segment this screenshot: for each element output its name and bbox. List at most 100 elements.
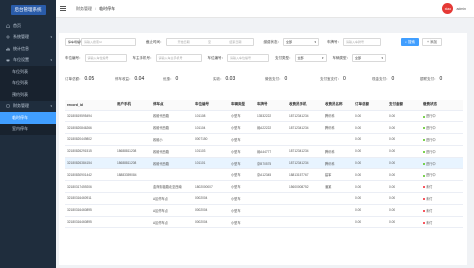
table-row[interactable]: 32180826384154 18688811208 政维代西路 101101 小型车京…	[65, 157, 463, 170]
sidebar-item[interactable]: 系统管理 ▾	[0, 32, 56, 44]
summary-item: 支付宝支付： 0	[320, 76, 372, 82]
id-type-select[interactable]: 停车场编号	[65, 38, 83, 46]
plate-input[interactable]: 请输入车牌号	[343, 38, 381, 46]
column-header[interactable]: 支付金额	[387, 100, 421, 111]
column-header[interactable]: 车辆类型	[229, 100, 255, 111]
username[interactable]: admin	[456, 7, 466, 11]
table-cell: 赣A44777	[255, 145, 287, 158]
sidebar-item-label: 首页	[13, 22, 21, 28]
column-header[interactable]: 车牌号	[255, 100, 287, 111]
table-cell: 0.00	[387, 192, 421, 205]
sidebar-menu: 首页 系统管理 ▾ 统计信息 车位设置 ▾ 车位列表 车位列表 预约列表 财务管理 ▾ 临时停车 室内停…	[0, 20, 56, 135]
status-select[interactable]: 全部 ▾	[283, 38, 319, 46]
table-cell	[323, 133, 353, 146]
table-cell: 小型车	[229, 121, 255, 135]
breadcrumb: 财务管理 / 临时停车	[76, 6, 115, 12]
space-no-label: 车位编号：	[65, 55, 83, 60]
sidebar-subitem[interactable]: 车位列表	[0, 77, 56, 89]
avatar[interactable]: xiao	[442, 3, 454, 14]
table-row[interactable]: 32180316460911 A区停车点 0002004 小型车 0.00 0.00 未付	[65, 192, 463, 205]
table-cell	[287, 192, 323, 205]
sidebar-subitem[interactable]: 车位列表	[0, 66, 56, 78]
column-header[interactable]: 用户手机	[115, 100, 151, 111]
table-row[interactable]: 32180316460895 A区停车点 0002004 小型车 0.00 0.00 未付	[65, 216, 463, 229]
table-cell: 32180316460911	[65, 192, 115, 205]
status-text: 未付	[426, 220, 433, 225]
table-row[interactable]: 32180316460895 A区停车点 0002004 小型车 0.00 0.00 未付	[65, 204, 463, 217]
add-button[interactable]: + 添加	[421, 38, 443, 46]
table-cell: 0.00	[353, 180, 387, 194]
table-cell: 0.00	[387, 216, 421, 229]
date-range-picker[interactable]: 开始日期 至 结束日期	[165, 38, 254, 46]
status-text: 进行中	[426, 149, 436, 154]
pay-type-select[interactable]: 全部 ▾	[294, 54, 327, 62]
table-cell: 京A12345	[255, 168, 287, 182]
breadcrumb-item[interactable]: 财务管理	[76, 6, 92, 12]
status-text: 进行中	[426, 173, 436, 178]
table-cell: 32180316460895	[65, 216, 115, 229]
table-cell: 腾讯科	[323, 157, 353, 170]
table-cell: 小型车	[229, 157, 255, 170]
sidebar-item[interactable]: 首页	[0, 20, 56, 32]
summary-value: 0	[284, 76, 288, 82]
table-cell: 小型车	[229, 168, 255, 182]
table-cell: 32180826384154	[65, 157, 115, 170]
plus-icon: +	[426, 40, 430, 44]
user-menu[interactable]: xiao admin	[442, 3, 466, 14]
space-no-input-2[interactable]: 请输入车位编号	[227, 54, 269, 62]
table-cell: 0.00	[353, 133, 387, 146]
column-header[interactable]: record_id	[65, 100, 115, 111]
table-row[interactable]: 32180819595494 政维代西路 101108 小型车 13532222 1871…	[65, 110, 463, 123]
table-cell: 0.00	[387, 157, 421, 170]
sidebar-subitem[interactable]: 预约列表	[0, 89, 56, 101]
column-header[interactable]: 缴费状态	[421, 100, 463, 111]
id-search-input[interactable]: 请输入搜索Id	[81, 38, 136, 46]
summary-item: 微信支付： 0	[265, 76, 320, 82]
sidebar-item[interactable]: 统计信息	[0, 43, 56, 55]
table-cell: 0.00	[387, 133, 421, 146]
summary-value: 0	[175, 76, 179, 82]
table-cell	[115, 192, 151, 205]
table-row[interactable]: 32180826291515 18688811208 政维代西路 101103 小型车赣…	[65, 145, 463, 158]
menu-toggle-icon[interactable]	[60, 6, 66, 11]
column-header[interactable]: 车位编号	[193, 100, 229, 111]
table-row[interactable]: 32180830901442 18883359084 小型车 京A12345 18813…	[65, 168, 463, 182]
column-header[interactable]: 收费员手机	[287, 100, 323, 111]
status-cell: 未付	[421, 180, 463, 194]
table-cell	[287, 133, 323, 146]
sidebar-item[interactable]: 财务管理 ▾	[0, 101, 56, 113]
filter-row-1: 停车场编号 请输入搜索Id 截止时间： 开始日期 至 结束日期 缴费状态： 全部…	[65, 38, 443, 46]
column-header[interactable]: 停车点	[151, 100, 193, 111]
table-row[interactable]: 32180317459206 金商街福路北至西南 1802000007 小型车 1560…	[65, 180, 463, 194]
table-cell: 0002004	[193, 204, 229, 217]
space-no-input[interactable]: 请输入车位编号	[84, 54, 127, 62]
sidebar-subitem[interactable]: 临时停车	[0, 112, 56, 124]
table-cell: 32180317459206	[65, 180, 115, 194]
date-end: 结束日期	[229, 40, 242, 44]
owner-phone-input[interactable]: 请输入车主手机号	[155, 54, 202, 62]
search-button[interactable]: ⌕ 搜索	[401, 38, 419, 46]
table-row[interactable]: 32180820449802 政维小 0007150 小型车 0.00 0.00 进行中	[65, 133, 463, 146]
table-cell	[323, 192, 353, 205]
sidebar-item[interactable]: 车位设置 ▾	[0, 55, 56, 67]
table-header-row: record_id 用户手机 停车点 车位编号 车辆类型 车牌号 收费员手机 收费员名称 订单总…	[65, 100, 463, 111]
table-cell	[193, 168, 229, 182]
column-header[interactable]: 收费员名称	[323, 100, 353, 111]
chart-icon	[6, 47, 10, 51]
table-cell: 小型车	[229, 216, 255, 229]
table-cell: 0.00	[353, 145, 387, 158]
table-cell: 0002004	[193, 216, 229, 229]
table-cell: 0002004	[193, 192, 229, 205]
vehicle-type-select[interactable]: 全部 ▾	[352, 54, 386, 62]
table-cell: 小型车	[229, 133, 255, 146]
status-cell: 进行中	[421, 121, 463, 135]
column-header[interactable]: 订单总额	[353, 100, 387, 111]
table-cell: 32180826291515	[65, 145, 115, 158]
chevron-down-icon: ▾	[381, 56, 383, 60]
table-cell: 潘某	[323, 180, 353, 194]
table-cell: 0007150	[193, 133, 229, 146]
home-icon	[6, 23, 10, 28]
status-text: 进行中	[426, 126, 436, 131]
sidebar-subitem[interactable]: 室内停车	[0, 123, 56, 135]
table-row[interactable]: 32180820846266 政维代西路 101104 小型车 赣A22222 18712…	[65, 121, 463, 135]
